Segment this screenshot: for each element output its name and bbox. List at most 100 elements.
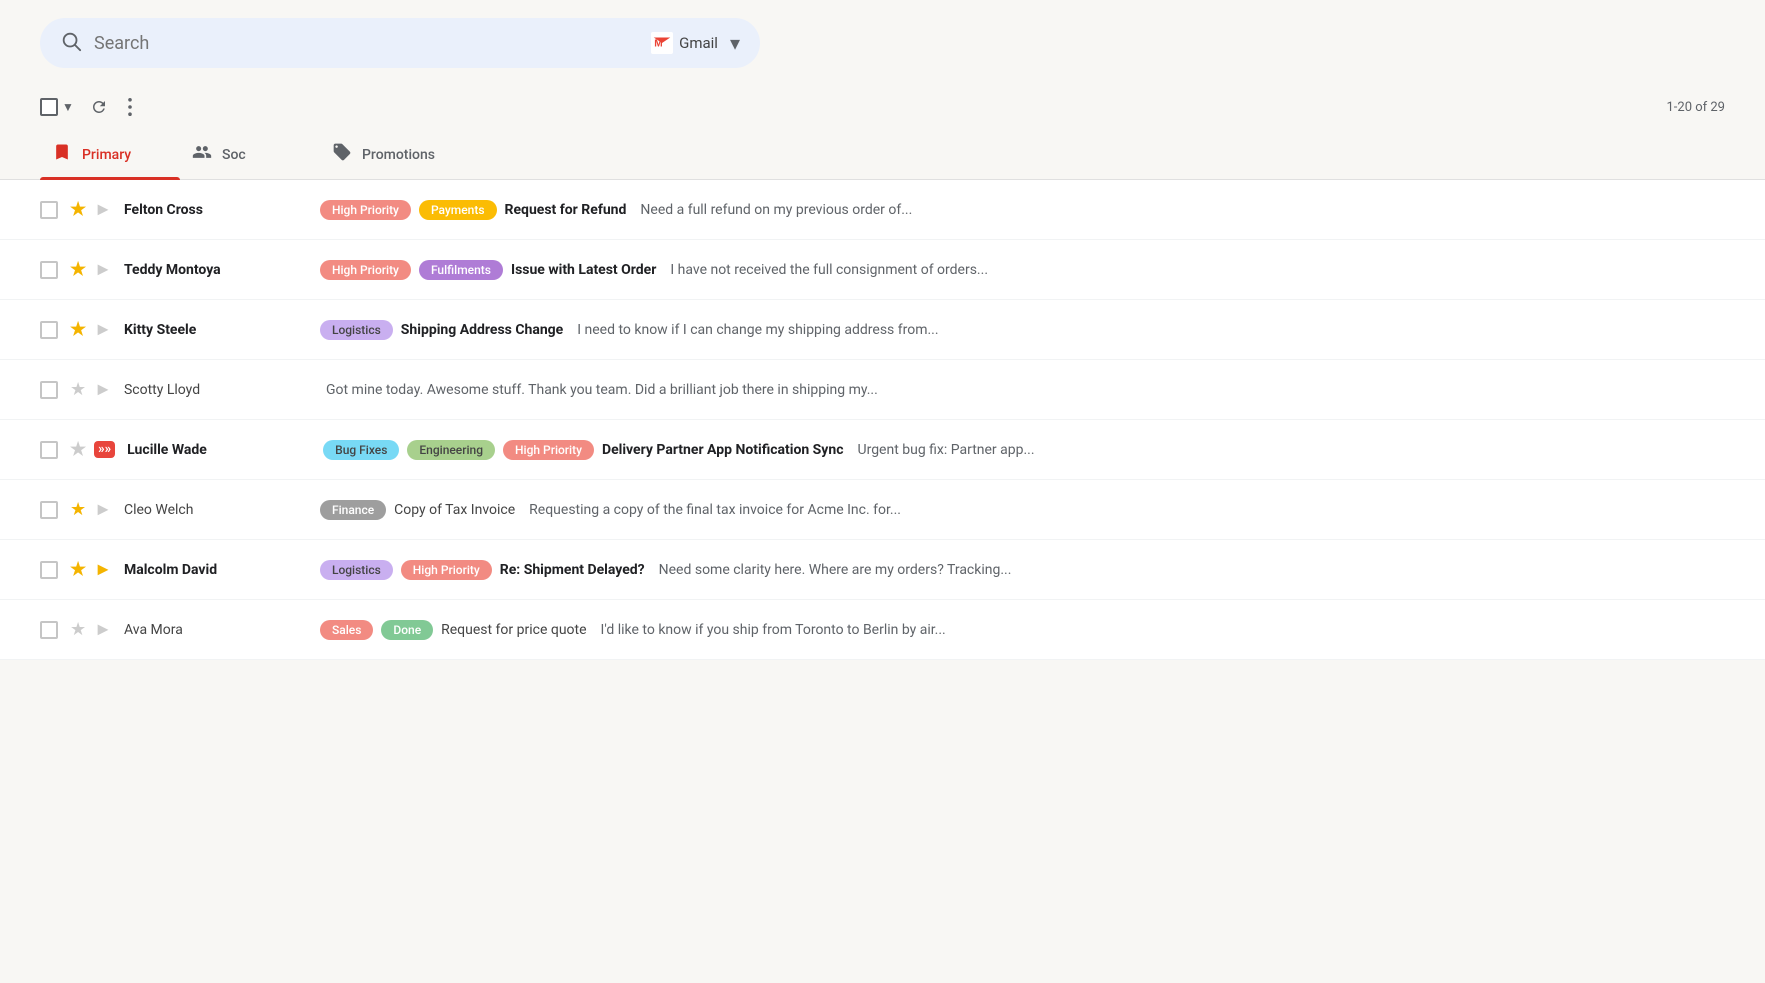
tab-social[interactable]: Soc [180,128,320,179]
social-tab-icon [192,142,212,167]
sender-name: Ava Mora [124,622,304,638]
svg-text:M: M [654,39,662,50]
email-row[interactable]: ★ ► Kitty Steele Logistics Shipping Address … [0,300,1765,360]
select-all-wrap[interactable]: ▼ [40,98,76,116]
gmail-label: Gmail [679,34,718,52]
search-bar[interactable]: M Gmail ▾ [40,18,760,68]
email-tag: Sales [320,620,373,640]
email-tag: Done [381,620,433,640]
row-checkbox[interactable] [40,441,58,459]
star-icon[interactable]: ★ [70,199,86,220]
star-icon[interactable]: ★ [70,559,86,580]
email-preview: Got mine today. Awesome stuff. Thank you… [326,382,878,398]
promotions-tab-icon [332,142,352,167]
star-icon[interactable]: ★ [70,499,86,520]
search-input[interactable] [94,33,631,54]
email-tag: Logistics [320,320,393,340]
sender-name: Kitty Steele [124,322,304,338]
email-preview: I'd like to know if you ship from Toront… [601,622,946,638]
snooze-icon[interactable]: ► [94,559,112,580]
email-preview: Need a full refund on my previous order … [640,202,912,218]
email-tag: Bug Fixes [323,440,399,460]
row-checkbox[interactable] [40,381,58,399]
email-preview: I need to know if I can change my shippi… [577,322,938,338]
tags-subject-area: Got mine today. Awesome stuff. Thank you… [320,382,1725,398]
refresh-icon [90,98,108,116]
tab-social-label: Soc [222,147,246,163]
tags-subject-area: Logistics Shipping Address Change I need … [320,320,1725,340]
snooze-icon[interactable]: ► [94,499,112,520]
search-dropdown-icon[interactable]: ▾ [730,31,740,55]
row-checkbox[interactable] [40,321,58,339]
sender-name: Teddy Montoya [124,262,304,278]
email-subject: Delivery Partner App Notification Sync [602,442,844,458]
tags-subject-area: Sales Done Request for price quote I'd lik… [320,620,1725,640]
star-icon[interactable]: ★ [70,319,86,340]
search-icon [60,30,82,56]
gmail-icon: M [651,32,673,54]
tags-subject-area: Finance Copy of Tax Invoice Requesting a … [320,500,1725,520]
row-checkbox[interactable] [40,501,58,519]
snooze-icon[interactable]: ► [94,379,112,400]
star-icon[interactable]: ★ [70,259,86,280]
email-preview: I have not received the full consignment… [670,262,988,278]
email-tag: Finance [320,500,386,520]
email-preview: Urgent bug fix: Partner app... [858,442,1035,458]
email-subject: Copy of Tax Invoice [394,502,515,518]
primary-tab-icon [52,142,72,167]
email-preview: Requesting a copy of the final tax invoi… [529,502,901,518]
email-preview: Need some clarity here. Where are my ord… [659,562,1012,578]
row-checkbox[interactable] [40,261,58,279]
email-row[interactable]: ★ »» Lucille Wade Bug Fixes Engineering High … [0,420,1765,480]
email-tag: Logistics [320,560,393,580]
email-subject: Re: Shipment Delayed? [500,562,645,578]
snooze-icon[interactable]: ► [94,259,112,280]
email-tag: High Priority [320,200,411,220]
tab-primary[interactable]: Primary [40,128,180,179]
toolbar: ▼ 1-20 of 29 [0,86,1765,128]
refresh-button[interactable] [84,92,114,122]
email-row[interactable]: ★►Scotty LloydGot mine today. Awesome st… [0,360,1765,420]
email-subject: Request for Refund [505,202,627,218]
snooze-icon[interactable]: ► [94,319,112,340]
tags-subject-area: Logistics High Priority Re: Shipment Delay… [320,560,1725,580]
email-list: ★ ► Felton Cross High Priority Payments Reque… [0,180,1765,660]
email-subject: Issue with Latest Order [511,262,656,278]
snooze-icon[interactable]: ► [94,619,112,640]
email-tag: Payments [419,200,497,220]
tab-promotions-label: Promotions [362,147,435,163]
sender-name: Felton Cross [124,202,304,218]
row-checkbox[interactable] [40,201,58,219]
email-row[interactable]: ★ ► Teddy Montoya High Priority Fulfilments I… [0,240,1765,300]
sender-name: Cleo Welch [124,502,304,518]
row-checkbox[interactable] [40,621,58,639]
email-tag: Fulfilments [419,260,503,280]
email-row[interactable]: ★ ► Ava Mora Sales Done Request for price quo… [0,600,1765,660]
select-chevron-icon[interactable]: ▼ [60,98,76,116]
email-count: 1-20 of 29 [1666,100,1725,115]
star-icon[interactable]: ★ [70,379,86,400]
more-options-button[interactable] [122,92,138,122]
email-row[interactable]: ★ ► Cleo Welch Finance Copy of Tax Invoice R… [0,480,1765,540]
email-row[interactable]: ★ ► Malcolm David Logistics High Priority Re:… [0,540,1765,600]
email-subject: Shipping Address Change [401,322,563,338]
email-subject: Request for price quote [441,622,586,638]
star-icon[interactable]: ★ [70,439,86,460]
email-tag: High Priority [503,440,594,460]
snooze-icon[interactable]: ► [94,199,112,220]
select-all-checkbox[interactable] [40,98,58,116]
sender-name: Lucille Wade [127,442,307,458]
tags-subject-area: High Priority Fulfilments Issue with Lates… [320,260,1725,280]
email-tag: Engineering [407,440,495,460]
email-tag: High Priority [401,560,492,580]
email-tag: High Priority [320,260,411,280]
email-row[interactable]: ★ ► Felton Cross High Priority Payments Reque… [0,180,1765,240]
tab-promotions[interactable]: Promotions [320,128,463,179]
sender-name: Malcolm David [124,562,304,578]
tags-subject-area: High PriorityPaymentsRequest for Refund … [320,200,1725,220]
row-checkbox[interactable] [40,561,58,579]
star-icon[interactable]: ★ [70,619,86,640]
snooze-icon[interactable]: »» [94,441,115,458]
tags-subject-area: Bug Fixes Engineering High Priority Deliver… [323,440,1725,460]
more-options-icon [128,98,132,116]
